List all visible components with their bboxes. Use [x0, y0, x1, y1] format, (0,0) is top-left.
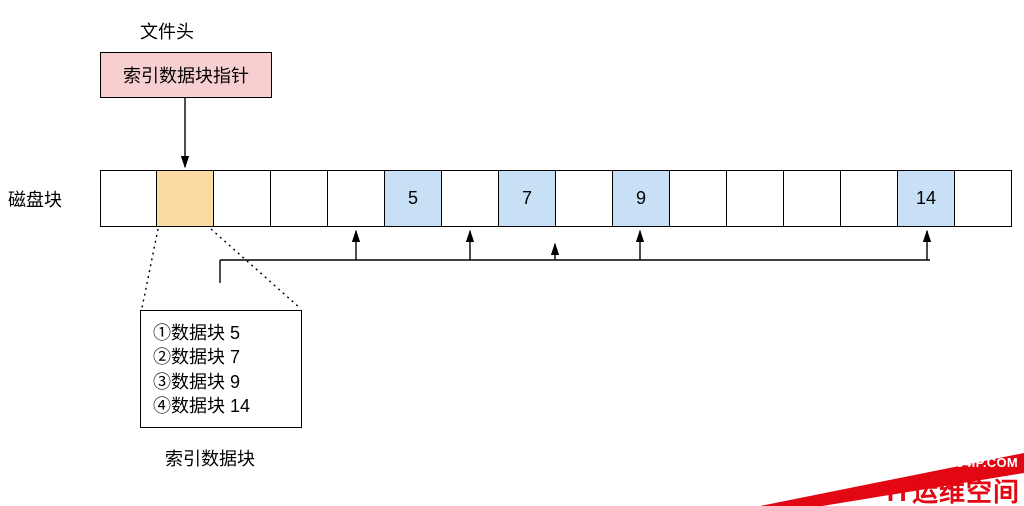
watermark-main: IT运维空间: [887, 472, 1020, 506]
data-block-14: 14: [898, 170, 955, 227]
watermark-url: WWW.94IP.COM: [916, 455, 1018, 470]
empty-block: [100, 170, 157, 227]
empty-block: [670, 170, 727, 227]
index-box-caption: 索引数据块: [165, 445, 255, 471]
diagram-stage: 文件头 索引数据块指针 磁盘块 579 14 ①数据块 5②数据块 7③数据块 9…: [0, 0, 1024, 506]
dotted-left: [142, 229, 158, 308]
index-entry: ②数据块 7: [153, 345, 289, 369]
disk-blocks-label: 磁盘块: [8, 186, 62, 212]
data-block-9: 9: [613, 170, 670, 227]
index-pointer-text: 索引数据块指针: [123, 62, 249, 88]
file-header-label: 文件头: [140, 18, 194, 44]
dotted-right: [211, 229, 300, 308]
empty-block: [271, 170, 328, 227]
data-block-5: 5: [385, 170, 442, 227]
empty-block: [727, 170, 784, 227]
index-pointer-box: 索引数据块指针: [100, 52, 272, 98]
empty-block: [442, 170, 499, 227]
index-entry: ③数据块 9: [153, 370, 289, 394]
empty-block: [784, 170, 841, 227]
index-entry: ①数据块 5: [153, 321, 289, 345]
empty-block: [841, 170, 898, 227]
data-block-7: 7: [499, 170, 556, 227]
index-entries-box: ①数据块 5②数据块 7③数据块 9④数据块 14: [140, 310, 302, 428]
empty-block: [955, 170, 1012, 227]
index-entry: ④数据块 14: [153, 394, 289, 418]
empty-block: [556, 170, 613, 227]
disk-blocks-row: 579 14: [100, 170, 1012, 227]
index-block: [157, 170, 214, 227]
empty-block: [214, 170, 271, 227]
empty-block: [328, 170, 385, 227]
